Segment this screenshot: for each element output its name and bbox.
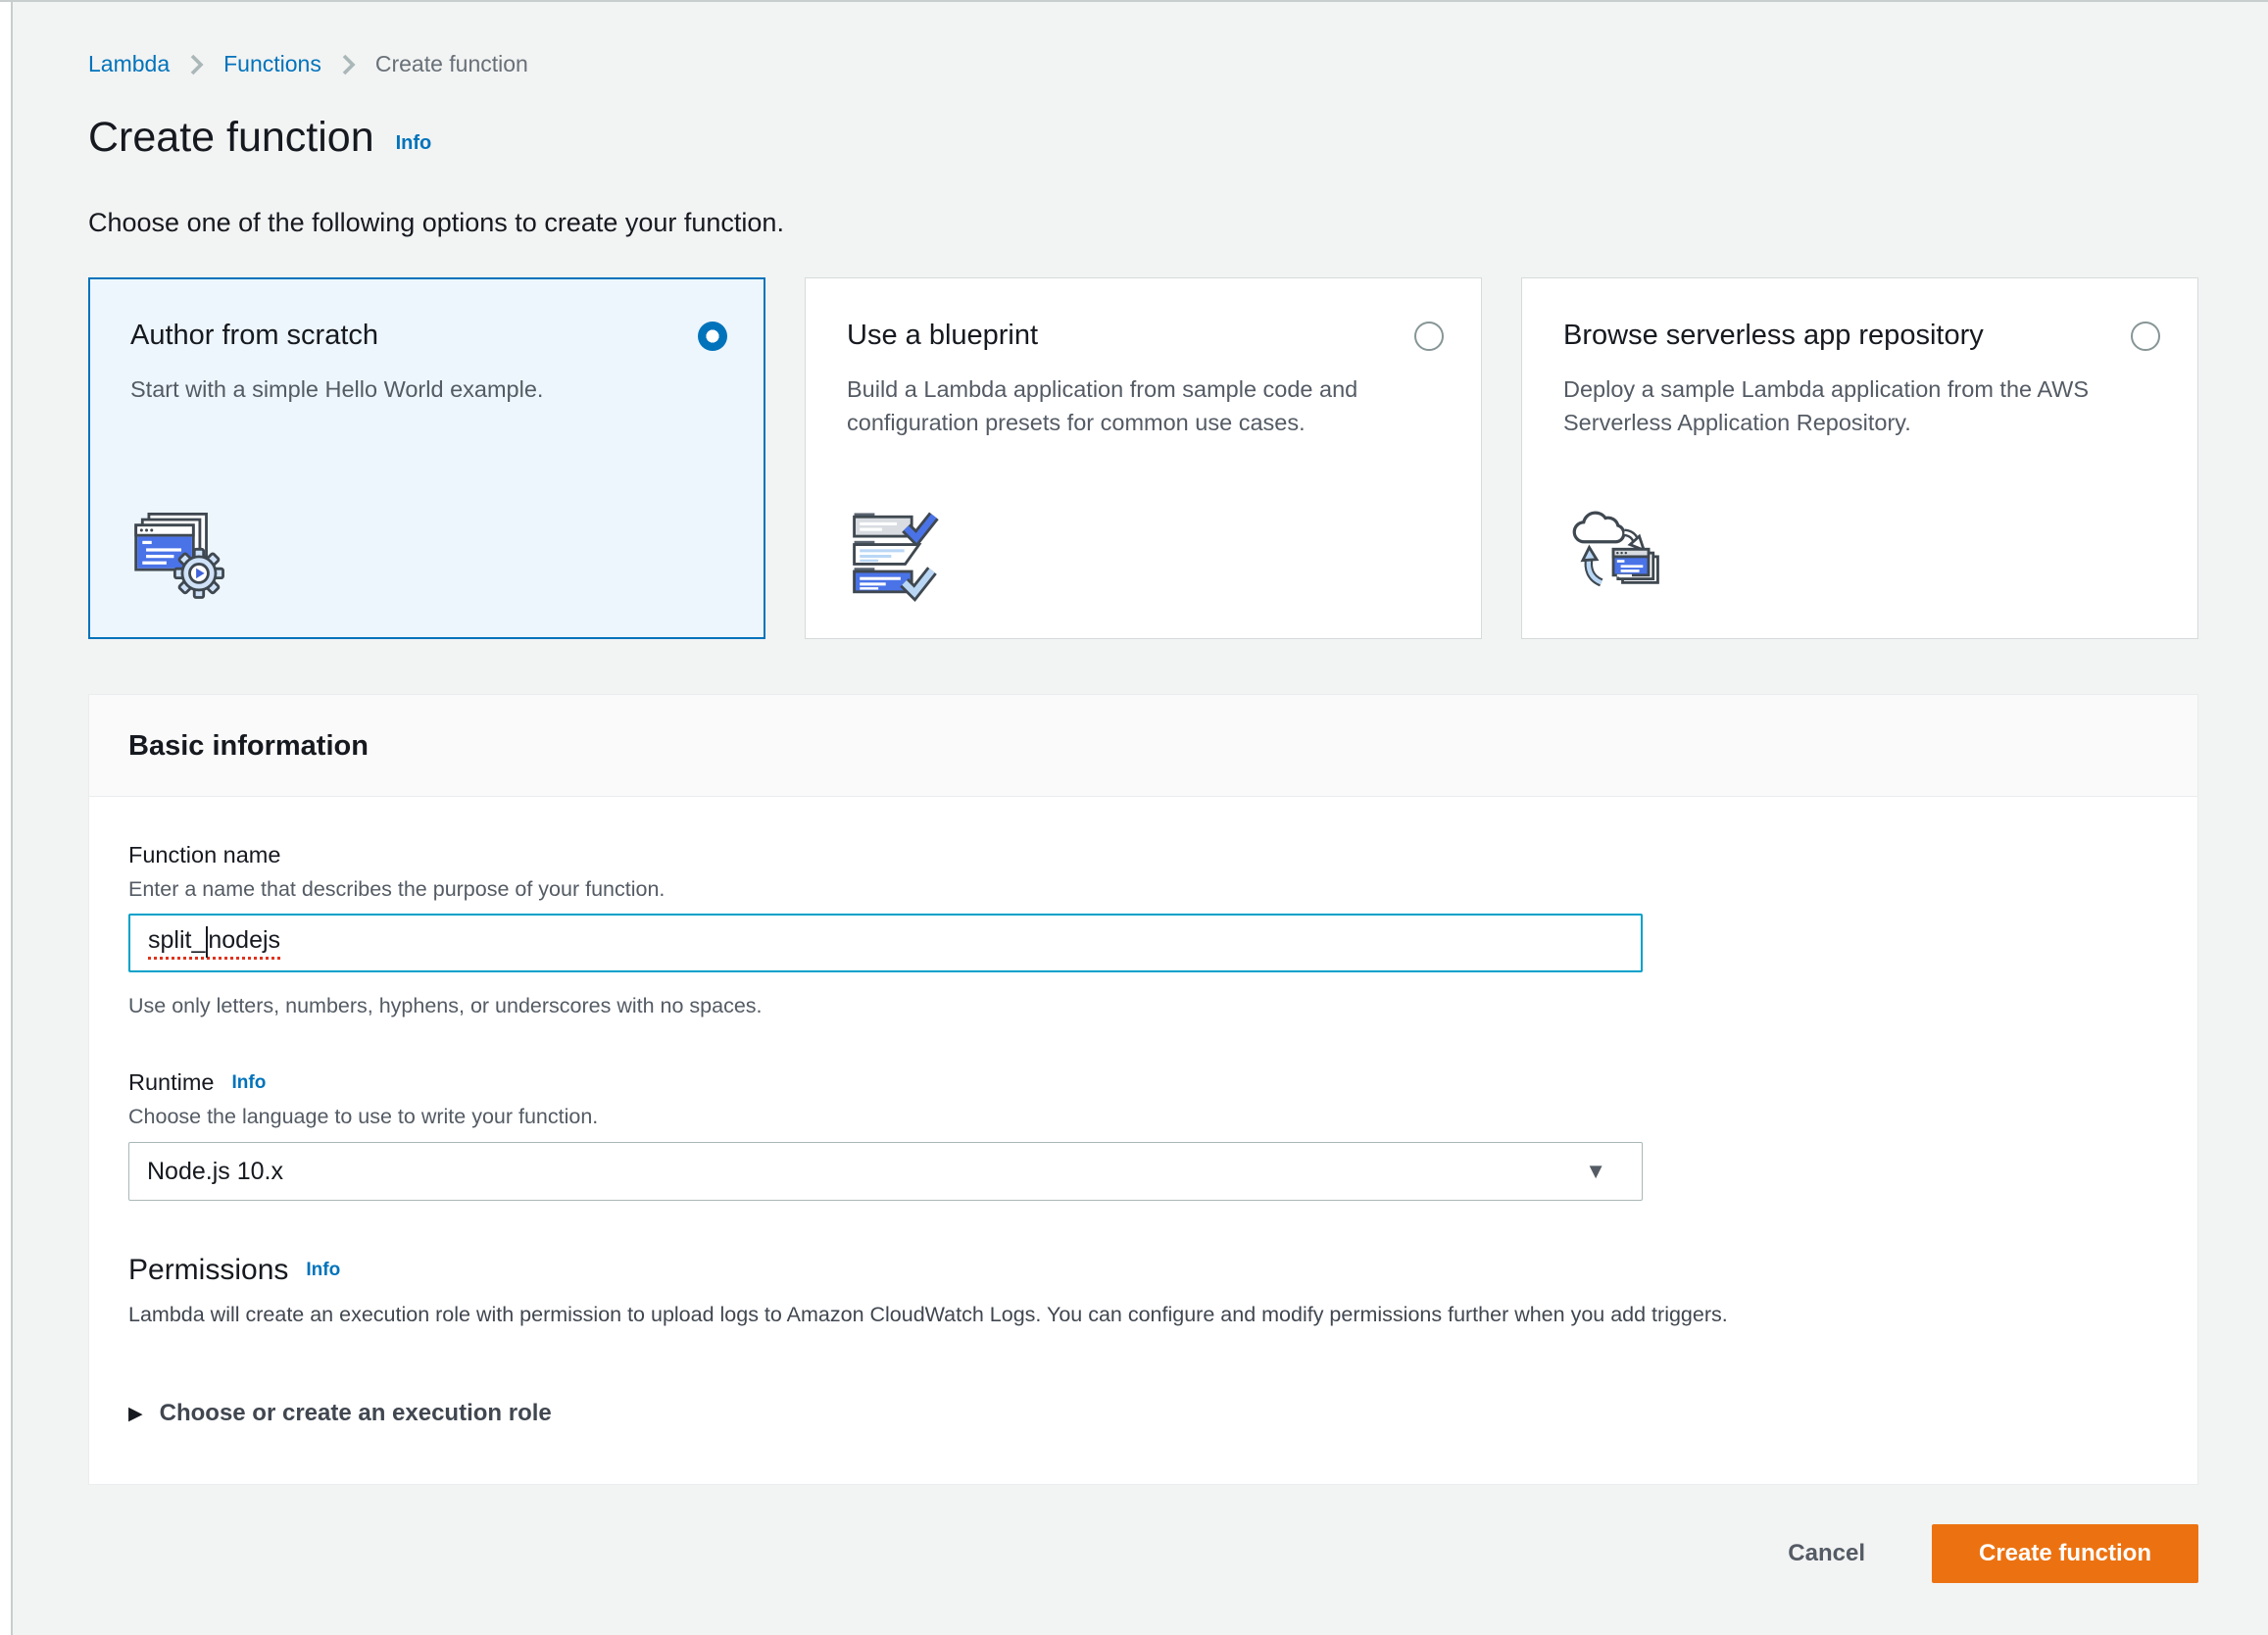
basic-information-panel: Basic information Function name Enter a … bbox=[88, 694, 2198, 1485]
runtime-select[interactable]: Node.js 10.x ▼ bbox=[128, 1142, 1643, 1201]
code-window-gear-icon bbox=[130, 508, 727, 607]
radio-use-a-blueprint[interactable] bbox=[1414, 322, 1444, 351]
panel-body: Function name Enter a name that describe… bbox=[89, 797, 2197, 1484]
input-text-before-caret: split_ bbox=[148, 926, 205, 954]
page-subtitle: Choose one of the following options to c… bbox=[88, 208, 2198, 238]
radio-author-from-scratch[interactable] bbox=[698, 322, 727, 351]
breadcrumb-functions[interactable]: Functions bbox=[223, 51, 321, 77]
card-title: Author from scratch bbox=[130, 320, 378, 352]
card-author-from-scratch[interactable]: Author from scratch Start with a simple … bbox=[88, 277, 765, 639]
panel-header: Basic information bbox=[89, 695, 2197, 797]
input-text-after-caret: nodejs bbox=[208, 926, 280, 954]
dropdown-arrow-icon: ▼ bbox=[1585, 1159, 1606, 1184]
creation-option-cards: Author from scratch Start with a simple … bbox=[88, 277, 2198, 639]
breadcrumb: Lambda Functions Create function bbox=[88, 51, 2198, 77]
radio-browse-serverless-app-repository[interactable] bbox=[2131, 322, 2160, 351]
card-browse-serverless-app-repository[interactable]: Browse serverless app repository Deploy … bbox=[1521, 277, 2198, 639]
card-description: Start with a simple Hello World example. bbox=[130, 373, 727, 406]
breadcrumb-lambda[interactable]: Lambda bbox=[88, 51, 170, 77]
main-content: Lambda Functions Create function Create … bbox=[88, 2, 2198, 1583]
title-info-link[interactable]: Info bbox=[396, 132, 432, 161]
blueprint-checklist-icon bbox=[847, 508, 1444, 607]
runtime-info-link[interactable]: Info bbox=[232, 1072, 267, 1094]
page-header: Create function Info bbox=[88, 115, 2198, 161]
execution-role-expander-label: Choose or create an execution role bbox=[160, 1400, 552, 1427]
create-function-page: Lambda Functions Create function Create … bbox=[0, 0, 2268, 1635]
card-use-a-blueprint[interactable]: Use a blueprint Build a Lambda applicati… bbox=[805, 277, 1482, 639]
permissions-section: Permissions Info Lambda will create an e… bbox=[128, 1254, 2158, 1427]
runtime-selected-value: Node.js 10.x bbox=[147, 1158, 283, 1186]
function-name-hint: Use only letters, numbers, hyphens, or u… bbox=[128, 994, 2158, 1018]
runtime-field: Runtime Info Choose the language to use … bbox=[128, 1069, 2158, 1201]
footer-actions: Cancel Create function bbox=[88, 1524, 2198, 1583]
permissions-info-link[interactable]: Info bbox=[306, 1260, 340, 1281]
cloud-sync-window-icon bbox=[1563, 508, 2160, 607]
runtime-help: Choose the language to use to write your… bbox=[128, 1105, 2158, 1129]
card-description: Build a Lambda application from sample c… bbox=[847, 373, 1444, 439]
page-title: Create function bbox=[88, 115, 374, 161]
execution-role-expander[interactable]: ▶ Choose or create an execution role bbox=[128, 1400, 2158, 1427]
chevron-right-icon bbox=[189, 53, 204, 76]
permissions-description: Lambda will create an execution role wit… bbox=[128, 1303, 2158, 1327]
expander-triangle-icon: ▶ bbox=[128, 1403, 143, 1425]
function-name-label: Function name bbox=[128, 842, 2158, 868]
permissions-title: Permissions bbox=[128, 1254, 288, 1287]
runtime-label: Runtime bbox=[128, 1069, 215, 1096]
panel-title: Basic information bbox=[128, 730, 369, 762]
card-description: Deploy a sample Lambda application from … bbox=[1563, 373, 2160, 439]
card-title: Use a blueprint bbox=[847, 320, 1038, 352]
function-name-help: Enter a name that describes the purpose … bbox=[128, 877, 2158, 902]
breadcrumb-current: Create function bbox=[375, 51, 528, 77]
function-name-input[interactable]: split_nodejs bbox=[128, 914, 1643, 972]
cancel-button[interactable]: Cancel bbox=[1782, 1539, 1871, 1568]
create-function-button[interactable]: Create function bbox=[1932, 1524, 2198, 1583]
card-title: Browse serverless app repository bbox=[1563, 320, 1984, 352]
chevron-right-icon bbox=[341, 53, 356, 76]
collapsed-sidebar-edge bbox=[0, 2, 13, 1635]
